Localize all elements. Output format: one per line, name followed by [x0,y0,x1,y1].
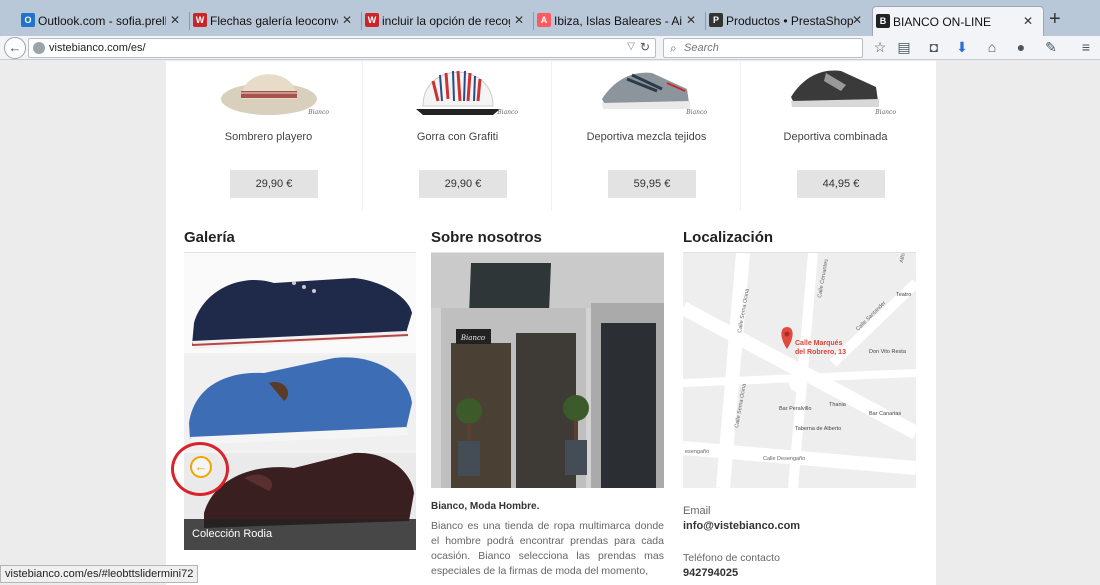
bianco-icon: B [876,14,890,28]
product-name[interactable]: Deportiva mezcla tejidos [552,131,741,143]
product-image-hat[interactable] [219,61,319,117]
prestashop-icon: P [709,13,723,27]
search-icon: ⌕ [670,41,677,55]
tab-flechas[interactable]: W Flechas galería leoconverse... ✕ [190,6,362,36]
product-image-sneaker[interactable] [597,61,697,117]
globe-icon [33,42,45,54]
product-name[interactable]: Sombrero playero [174,131,363,143]
tab-title: Ibiza, Islas Baleares - Airbnb [554,14,682,28]
product-image-cap[interactable] [408,61,508,117]
product-price: 44,95 € [797,170,885,198]
map-place-label: Don Vito Resta [869,349,907,355]
product-image-sneaker-combined[interactable] [786,61,886,117]
tab-title: Flechas galería leoconverse... [210,14,338,28]
airbnb-icon: A [537,13,551,27]
home-icon[interactable]: ⌂ [983,39,1001,55]
product-name[interactable]: Gorra con Grafiti [363,131,552,143]
product-card[interactable]: Bianco Gorra con Grafiti 29,90 € [363,61,552,211]
map-place-label: Bar Peralvillo [779,406,811,412]
map-place-label: Thania [829,402,847,408]
product-card[interactable]: Bianco Sombrero playero 29,90 € [174,61,363,211]
about-subtitle: Bianco, Moda Hombre. [431,501,540,512]
chat-icon[interactable]: ● [1012,39,1030,55]
download-icon[interactable]: ⬇ [953,39,971,56]
product-price: 29,90 € [230,170,318,198]
close-icon[interactable]: ✕ [686,13,696,27]
close-icon[interactable]: ✕ [342,13,352,27]
shop-sign: Bianco [460,334,485,342]
product-card[interactable]: Bianco Deportiva mezcla tejidos 59,95 € [552,61,741,211]
page-content: Bianco Sombrero playero 29,90 € Bianco G… [166,61,936,585]
reload-icon[interactable]: ↻ [640,40,650,54]
brand-mark: Bianco [308,109,329,116]
map-marker-label: Calle Marqués [795,340,843,347]
gallery-caption: Colección Rodia [184,519,416,550]
tab-airbnb[interactable]: A Ibiza, Islas Baleares - Airbnb ✕ [534,6,706,36]
gallery-title: Galería [184,229,235,246]
gallery-slider[interactable]: Colección Rodia [184,253,416,550]
phone-value: 942794025 [683,567,739,579]
brand-mark: Bianco [497,109,518,116]
tab-incluir[interactable]: W incluir la opción de recogi... ✕ [362,6,534,36]
new-tab-button[interactable]: + [1049,8,1061,31]
brand-mark: Bianco [875,109,896,116]
email-label: Email [683,505,711,517]
close-icon[interactable]: ✕ [852,13,862,27]
map-marker-label: del Robrero, 13 [795,349,846,356]
tab-strip: O Outlook.com - sofia.prellez... ✕ W Fle… [0,0,1100,36]
brand-mark: Bianco [686,109,707,116]
close-icon[interactable]: ✕ [514,13,524,27]
map-street-label: esengaño [685,449,709,455]
dropdown-icon[interactable]: ▽ [627,41,635,52]
product-price: 29,90 € [419,170,507,198]
phone-label: Teléfono de contacto [683,552,780,564]
location-map[interactable]: Calle Marqués del Robrero, 13 Calle Sern… [683,253,916,488]
close-icon[interactable]: ✕ [1023,14,1033,28]
product-card[interactable]: Bianco Deportiva combinada 44,95 € [741,61,930,211]
url-text: vistebianco.com/es/ [49,42,146,54]
tab-bianco[interactable]: B BIANCO ON-LINE ✕ [872,6,1044,36]
tab-outlook[interactable]: O Outlook.com - sofia.prellez... ✕ [18,6,190,36]
ws-icon: W [193,13,207,27]
map-street-label: Calle Desengaño [763,456,805,462]
reading-list-icon[interactable]: ▤ [895,39,913,56]
about-image: Bianco [431,253,664,488]
about-text: Bianco es una tienda de ropa multimarca … [431,520,664,577]
status-bar: vistebianco.com/es/#leobttslidermini72 [0,565,199,583]
tab-title: BIANCO ON-LINE [893,14,992,29]
map-place-label: Taberna de Alberto [795,426,841,432]
map-image[interactable]: Calle Marqués del Robrero, 13 Calle Sern… [683,253,916,488]
outlook-icon: O [21,13,35,27]
extension-icon[interactable]: ✎ [1042,39,1060,56]
map-place-label: Bar Canarias [869,411,901,417]
bookmark-star-icon[interactable]: ☆ [871,39,889,56]
address-bar[interactable]: vistebianco.com/es/ ▽ ↻ [28,38,656,58]
tab-title: Outlook.com - sofia.prellez... [38,14,166,28]
gallery-prev-button[interactable]: ← [190,456,212,478]
tab-prestashop[interactable]: P Productos • PrestaShop™ ✕ [706,6,872,36]
back-button[interactable]: ← [4,37,26,59]
location-title: Localización [683,229,774,246]
pocket-icon[interactable]: ◘ [925,39,943,55]
ws-icon: W [365,13,379,27]
tab-title: Productos • PrestaShop™ [726,14,854,28]
map-place-label: Teatro [896,292,911,298]
navigation-toolbar: ← vistebianco.com/es/ ▽ ↻ ⌕ ☆ ▤ ◘ ⬇ ⌂ ● … [0,36,1100,60]
about-title: Sobre nosotros [431,229,542,246]
menu-icon[interactable]: ≡ [1077,39,1095,55]
search-bar[interactable]: ⌕ [663,38,863,58]
email-link[interactable]: info@vistebianco.com [683,520,800,532]
gallery-image [184,253,416,550]
storefront-image: Bianco [431,253,664,488]
close-icon[interactable]: ✕ [170,13,180,27]
product-price: 59,95 € [608,170,696,198]
product-name[interactable]: Deportiva combinada [741,131,930,143]
tab-title: incluir la opción de recogi... [382,14,510,28]
search-input[interactable] [684,41,854,55]
